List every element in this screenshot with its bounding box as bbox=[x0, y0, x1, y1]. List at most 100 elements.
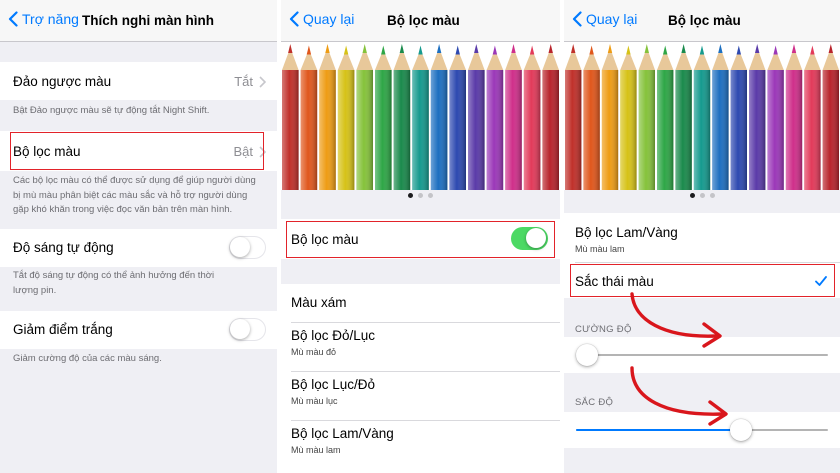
pencil bbox=[412, 53, 429, 70]
reduce-white-point-row: Giảm điểm trắng bbox=[0, 311, 277, 349]
pencil bbox=[822, 70, 839, 190]
navigation-bar: Quay lại Bộ lọc màu bbox=[281, 0, 560, 42]
pencil bbox=[638, 52, 655, 70]
filter-option[interactable]: Bộ lọc Lục/Đỏ Mù màu lục bbox=[281, 372, 560, 420]
filter-option-sublabel: Mù màu đỏ bbox=[291, 347, 337, 357]
slider-thumb[interactable] bbox=[576, 344, 598, 366]
pencil bbox=[712, 52, 729, 70]
pencil bbox=[810, 45, 815, 55]
pencil bbox=[430, 52, 448, 70]
pencil bbox=[418, 45, 423, 55]
color-filters-row[interactable]: Bộ lọc màu Bật bbox=[0, 131, 277, 171]
pencil bbox=[375, 53, 392, 70]
page-title: Bộ lọc màu bbox=[668, 13, 741, 28]
pencil bbox=[375, 70, 392, 190]
pencil bbox=[785, 52, 803, 70]
reduce-white-point-label: Giảm điểm trắng bbox=[13, 322, 113, 337]
pencil bbox=[791, 44, 797, 53]
pencil bbox=[300, 53, 318, 70]
pencil bbox=[399, 44, 405, 53]
back-button[interactable]: Trợ năng bbox=[8, 11, 79, 27]
pencil bbox=[638, 70, 655, 190]
color-filters-value: Bật bbox=[233, 144, 253, 159]
filter-options-list: Màu xám Bộ lọc Đỏ/Lục Mù màu đỏ Bộ lọc L… bbox=[281, 284, 560, 473]
reduce-white-point-switch[interactable] bbox=[229, 318, 266, 341]
pencil bbox=[718, 44, 723, 53]
page-dot bbox=[699, 193, 705, 198]
color-filters-note: Các bộ lọc màu có thể được sử dụng để gi… bbox=[13, 174, 267, 218]
colored-pencils-image[interactable] bbox=[564, 42, 840, 190]
pencil bbox=[730, 70, 747, 190]
back-button-label: Quay lại bbox=[586, 11, 638, 27]
pencil bbox=[675, 70, 692, 190]
pencil bbox=[675, 52, 692, 70]
back-button[interactable]: Quay lại bbox=[289, 11, 354, 27]
pencil bbox=[474, 44, 479, 53]
checkmark-icon bbox=[815, 276, 827, 286]
pencil bbox=[657, 53, 674, 70]
intensity-row bbox=[564, 337, 840, 373]
pencil bbox=[755, 44, 760, 53]
pencil bbox=[736, 45, 741, 55]
chevron-right-icon bbox=[259, 146, 266, 158]
page-dot bbox=[709, 193, 715, 198]
hue-slider[interactable] bbox=[576, 418, 828, 442]
pencil bbox=[626, 45, 631, 55]
page-title: Bộ lọc màu bbox=[387, 13, 460, 28]
color-filters-toggle-row: Bộ lọc màu bbox=[281, 219, 560, 259]
filter-option[interactable]: Màu xám bbox=[281, 284, 560, 322]
auto-brightness-note: Tắt độ sáng tự động có thể ảnh hưởng đến… bbox=[13, 269, 267, 298]
invert-colors-row[interactable]: Đảo ngược màu Tắt bbox=[0, 62, 277, 100]
page-dot bbox=[408, 193, 413, 198]
filter-options-list: Bộ lọc Lam/Vàng Mù màu lam Sắc thái màu bbox=[564, 213, 840, 298]
pencil bbox=[288, 44, 293, 53]
pencil bbox=[455, 45, 460, 55]
chevron-left-icon bbox=[572, 11, 582, 27]
pencil bbox=[523, 53, 541, 70]
pencil bbox=[767, 70, 784, 190]
page-indicator[interactable] bbox=[281, 193, 560, 201]
intensity-header: CƯỜNG ĐỘ bbox=[575, 324, 632, 335]
pencil bbox=[337, 70, 355, 190]
pencil bbox=[486, 53, 504, 70]
invert-colors-note: Bật Đảo ngược màu sẽ tự động tắt Night S… bbox=[13, 105, 210, 116]
color-filters-switch[interactable] bbox=[511, 227, 548, 250]
filter-option[interactable]: Bộ lọc Lam/Vàng Mù màu lam bbox=[564, 213, 840, 261]
hue-row bbox=[564, 412, 840, 448]
screen-color-tint: Quay lại Bộ lọc màu Bộ lọc Lam/Vàng Mù m… bbox=[564, 0, 840, 473]
pencil bbox=[436, 44, 442, 53]
auto-brightness-note-line: Tắt độ sáng tự động có thể ảnh hưởng đến… bbox=[13, 270, 215, 281]
filter-option-selected[interactable]: Sắc thái màu bbox=[564, 263, 840, 298]
pencil bbox=[529, 45, 535, 55]
pencil bbox=[828, 44, 833, 53]
pencil bbox=[644, 44, 649, 53]
pencil bbox=[657, 70, 674, 190]
back-button[interactable]: Quay lại bbox=[572, 11, 637, 27]
filter-option[interactable]: Bộ lọc Đỏ/Lục Mù màu đỏ bbox=[281, 323, 560, 371]
pencil bbox=[343, 45, 349, 55]
hue-header: SẮC ĐỘ bbox=[575, 397, 614, 408]
filter-option-label: Màu xám bbox=[291, 295, 347, 310]
filter-option[interactable]: Bộ lọc Lam/Vàng Mù màu lam bbox=[281, 421, 560, 469]
intensity-slider[interactable] bbox=[576, 343, 828, 367]
pencil bbox=[319, 70, 336, 190]
pencil bbox=[663, 45, 668, 55]
color-filters-note-line: gặp khó khăn trong việc đọc văn bản trên… bbox=[13, 204, 233, 215]
pencil bbox=[523, 70, 541, 190]
screen-display-accommodations: Trợ năng Thích nghi màn hình Đảo ngược m… bbox=[0, 0, 277, 473]
screen-color-filters: Quay lại Bộ lọc màu Bộ lọc màu Màu xám B… bbox=[281, 0, 560, 473]
page-dot bbox=[428, 193, 433, 198]
slider-thumb[interactable] bbox=[730, 419, 753, 441]
auto-brightness-switch[interactable] bbox=[229, 236, 266, 259]
pencils-graphic bbox=[565, 44, 839, 190]
pencil bbox=[699, 45, 705, 55]
pencil bbox=[804, 70, 821, 190]
filter-option-sublabel: Mù màu lam bbox=[575, 244, 625, 254]
slider-fill bbox=[576, 429, 742, 431]
page-indicator[interactable] bbox=[564, 193, 840, 201]
pencil bbox=[306, 45, 312, 55]
pencil bbox=[362, 44, 367, 53]
color-filters-note-line: bị mù màu phân biệt các màu sắc và hỗ tr… bbox=[13, 189, 248, 201]
colored-pencils-image[interactable] bbox=[281, 42, 560, 190]
pencil bbox=[785, 70, 803, 190]
